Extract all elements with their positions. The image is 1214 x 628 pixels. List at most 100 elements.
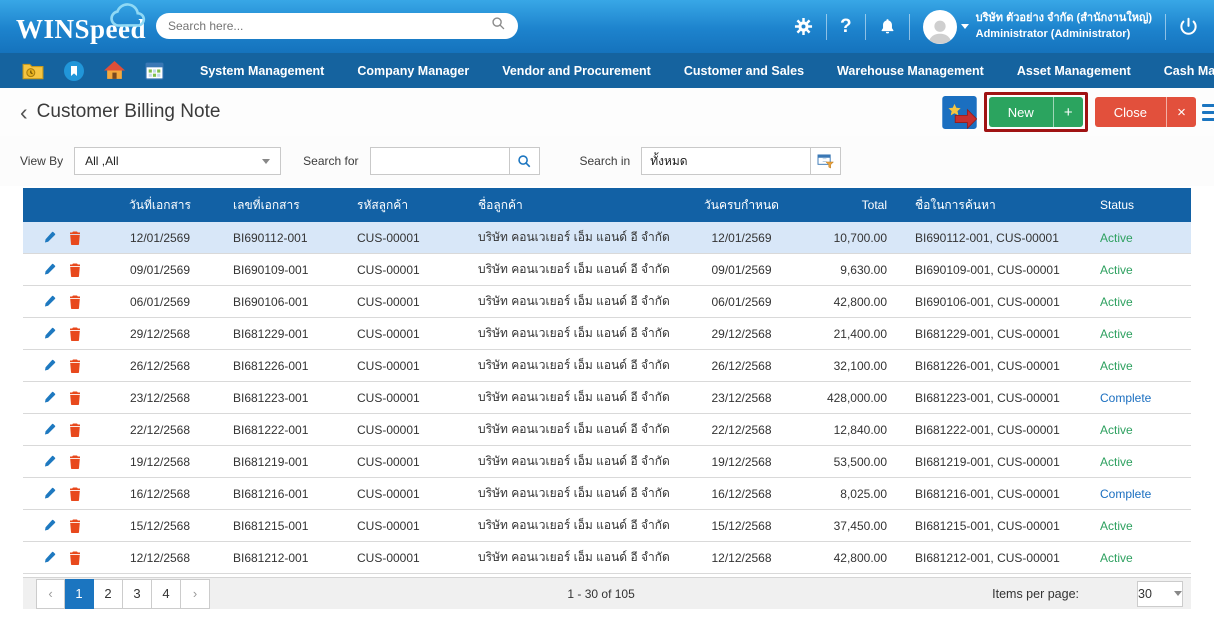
table-row[interactable]: 12/12/2568 BI681212-001 CUS-00001 บริษัท… [23,542,1191,574]
cust-code-cell: CUS-00001 [347,519,465,533]
doc-date-cell: 06/01/2569 [101,295,219,309]
page-button-1[interactable]: 1 [65,579,94,609]
edit-pencil-icon[interactable] [43,551,56,564]
search-in-label: Search in [580,154,631,168]
search-icon[interactable] [491,16,506,36]
delete-trash-icon[interactable] [69,231,81,245]
table-row[interactable]: 12/01/2569 BI690112-001 CUS-00001 บริษัท… [23,222,1191,254]
search-name-cell: BI681229-001, CUS-00001 [905,327,1100,341]
nav-item-asset-management[interactable]: Asset Management [1017,64,1131,78]
back-chevron-icon[interactable]: ‹ [20,101,28,124]
header-status[interactable]: Status [1100,198,1191,212]
nav-item-company-manager[interactable]: Company Manager [357,64,469,78]
page-button-3[interactable]: 3 [123,579,152,609]
side-menu-hamburger-icon[interactable] [1202,104,1214,121]
shortcut-flag-icon[interactable] [942,96,977,129]
items-per-page-value: 30 [1138,587,1152,601]
notifications-bell-icon[interactable] [879,18,896,35]
edit-pencil-icon[interactable] [43,231,56,244]
bookmark-icon[interactable] [64,61,84,81]
column-filter-icon[interactable] [811,147,841,175]
cust-name-cell: บริษัท คอนเวเยอร์ เอ็ม แอนด์ อี จำกัด [465,548,690,567]
table-row[interactable]: 23/12/2568 BI681223-001 CUS-00001 บริษัท… [23,382,1191,414]
edit-pencil-icon[interactable] [43,519,56,532]
view-by-select[interactable]: All ,All [74,147,281,175]
delete-trash-icon[interactable] [69,263,81,277]
next-page-button[interactable]: › [181,579,210,609]
recent-folder-icon[interactable] [22,62,44,80]
due-date-cell: 15/12/2568 [690,519,793,533]
status-badge: Active [1100,231,1191,245]
header-total[interactable]: Total [793,198,905,212]
divider [1165,14,1166,40]
table-row[interactable]: 19/12/2568 BI681219-001 CUS-00001 บริษัท… [23,446,1191,478]
delete-trash-icon[interactable] [69,519,81,533]
new-button[interactable]: New + [989,97,1083,127]
edit-pencil-icon[interactable] [43,391,56,404]
user-avatar[interactable] [923,10,957,44]
delete-trash-icon[interactable] [69,295,81,309]
header-cust-code[interactable]: รหัสลูกค้า [347,196,465,215]
edit-pencil-icon[interactable] [43,423,56,436]
nav-item-vendor-procurement[interactable]: Vendor and Procurement [502,64,651,78]
chevron-down-icon[interactable] [961,24,969,29]
nav-item-customer-sales[interactable]: Customer and Sales [684,64,804,78]
new-plus-icon[interactable]: + [1053,97,1083,127]
search-submit-icon[interactable] [510,147,540,175]
close-x-icon[interactable]: × [1166,97,1196,127]
app-logo[interactable]: WINSpeed [16,0,166,53]
total-cell: 9,630.00 [793,263,905,277]
top-header-bar: WINSpeed ? [0,0,1214,53]
total-cell: 8,025.00 [793,487,905,501]
delete-trash-icon[interactable] [69,327,81,341]
page-button-4[interactable]: 4 [152,579,181,609]
table-row[interactable]: 22/12/2568 BI681222-001 CUS-00001 บริษัท… [23,414,1191,446]
table-row[interactable]: 26/12/2568 BI681226-001 CUS-00001 บริษัท… [23,350,1191,382]
edit-pencil-icon[interactable] [43,263,56,276]
delete-trash-icon[interactable] [69,359,81,373]
close-button[interactable]: Close × [1095,97,1196,127]
header-doc-no[interactable]: เลขที่เอกสาร [219,196,347,215]
table-row[interactable]: 29/12/2568 BI681229-001 CUS-00001 บริษัท… [23,318,1191,350]
delete-trash-icon[interactable] [69,455,81,469]
search-in-input[interactable] [641,147,811,175]
nav-item-warehouse-management[interactable]: Warehouse Management [837,64,984,78]
table-row[interactable]: 06/01/2569 BI690106-001 CUS-00001 บริษัท… [23,286,1191,318]
doc-date-cell: 22/12/2568 [101,423,219,437]
items-per-page-select[interactable]: 30 [1137,581,1183,607]
edit-pencil-icon[interactable] [43,455,56,468]
edit-pencil-icon[interactable] [43,295,56,308]
search-for-input[interactable] [370,147,510,175]
header-due-date[interactable]: วันครบกำหนด [690,196,793,215]
page-button-2[interactable]: 2 [94,579,123,609]
edit-pencil-icon[interactable] [43,359,56,372]
delete-trash-icon[interactable] [69,391,81,405]
global-search-input[interactable] [168,19,491,33]
global-search[interactable] [156,13,518,39]
table-row[interactable]: 09/01/2569 BI690109-001 CUS-00001 บริษัท… [23,254,1191,286]
header-cust-name[interactable]: ชื่อลูกค้า [465,196,690,215]
prev-page-button[interactable]: ‹ [36,579,65,609]
header-search-name[interactable]: ชื่อในการค้นหา [905,196,1100,215]
logout-power-icon[interactable] [1179,17,1198,36]
record-range-text: 1 - 30 of 105 [210,587,992,601]
nav-item-cash-management[interactable]: Cash Management [1164,64,1214,78]
table-row[interactable]: 16/12/2568 BI681216-001 CUS-00001 บริษัท… [23,478,1191,510]
cust-name-cell: บริษัท คอนเวเยอร์ เอ็ม แอนด์ อี จำกัด [465,484,690,503]
calendar-icon[interactable] [145,61,164,80]
delete-trash-icon[interactable] [69,551,81,565]
doc-no-cell: BI681229-001 [219,327,347,341]
pagination-bar: ‹ 1 2 3 4 › 1 - 30 of 105 Items per page… [23,577,1191,609]
edit-pencil-icon[interactable] [43,327,56,340]
delete-trash-icon[interactable] [69,423,81,437]
header-doc-date[interactable]: วันที่เอกสาร [101,196,219,215]
home-icon[interactable] [104,61,125,80]
help-icon[interactable]: ? [840,16,852,38]
total-cell: 42,800.00 [793,551,905,565]
nav-item-system-management[interactable]: System Management [200,64,324,78]
delete-trash-icon[interactable] [69,487,81,501]
settings-gear-icon[interactable] [794,17,813,36]
items-per-page-label: Items per page: [992,587,1079,601]
table-row[interactable]: 15/12/2568 BI681215-001 CUS-00001 บริษัท… [23,510,1191,542]
edit-pencil-icon[interactable] [43,487,56,500]
